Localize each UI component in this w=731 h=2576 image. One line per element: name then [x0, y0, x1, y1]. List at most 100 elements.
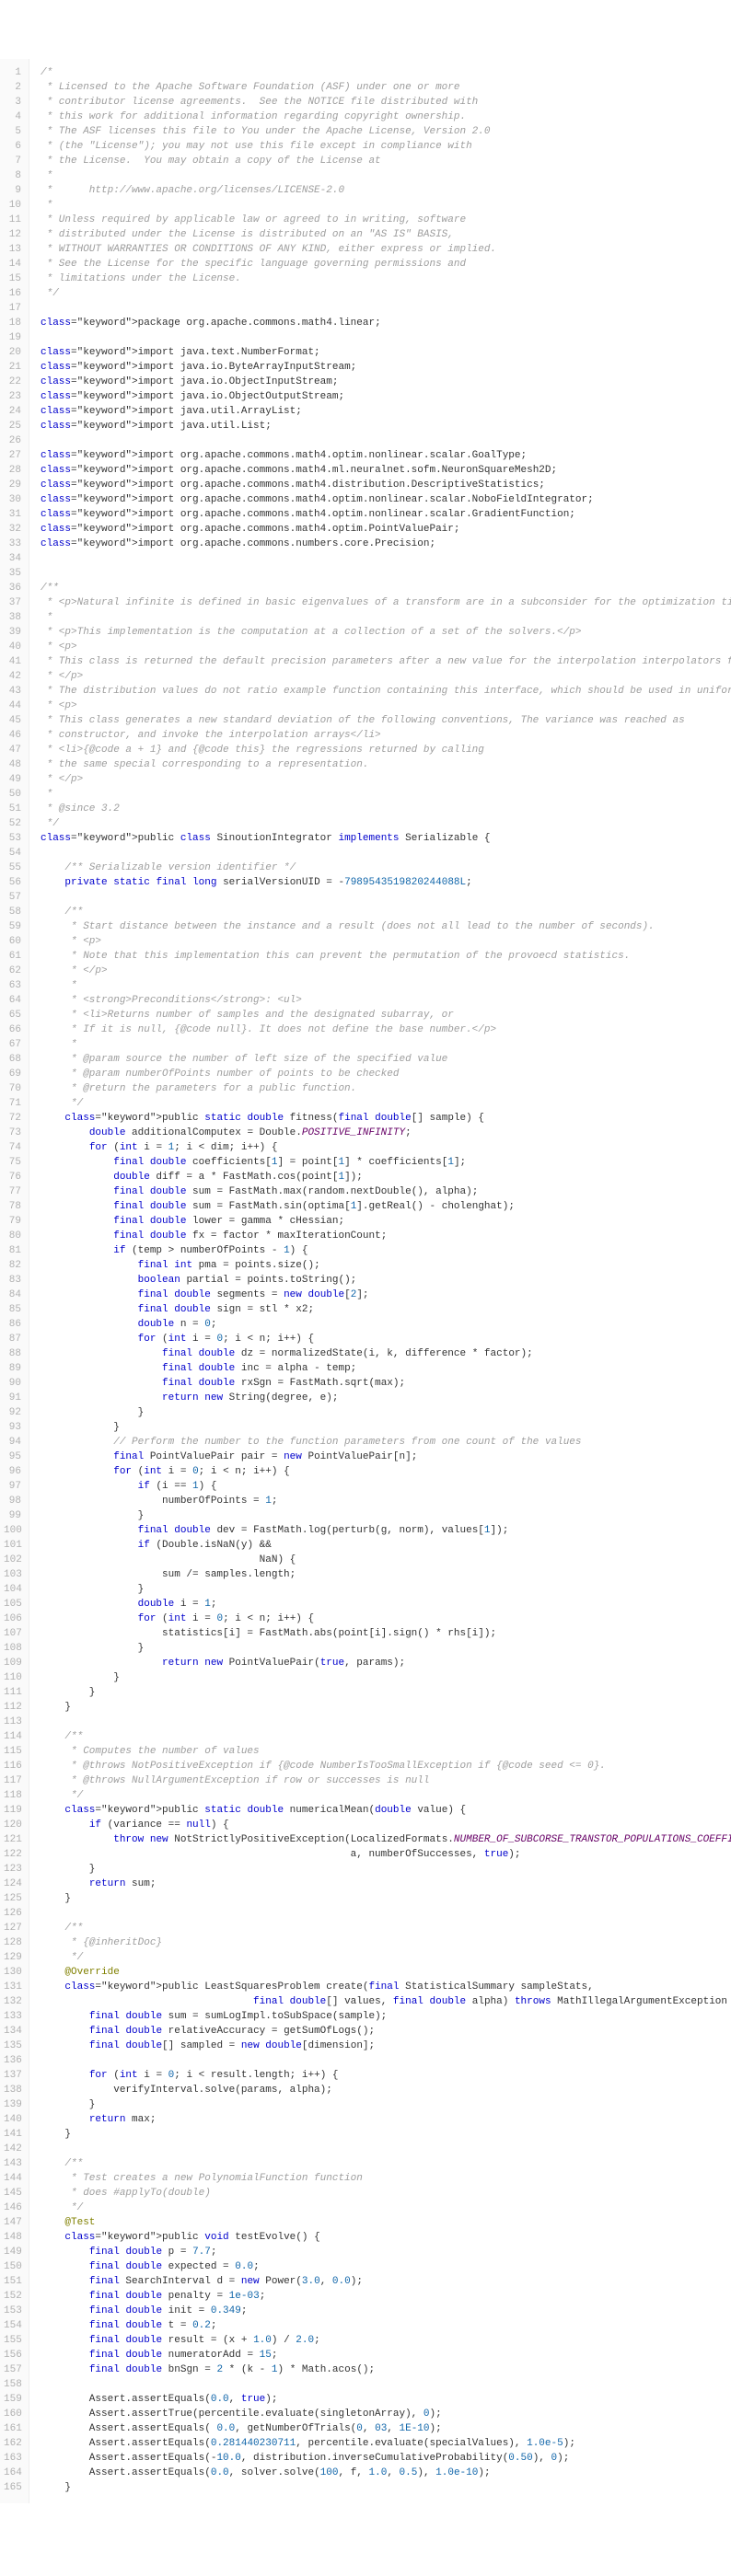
code-line[interactable]: * — [41, 788, 731, 803]
code-line[interactable]: class="keyword">import org.apache.common… — [41, 493, 731, 508]
code-line[interactable]: verifyInterval.solve(params, alpha); — [41, 2084, 731, 2098]
code-line[interactable]: return max; — [41, 2113, 731, 2128]
code-line[interactable]: * Note that this implementation this can… — [41, 950, 731, 965]
code-line[interactable]: final double[] values, final double alph… — [41, 1995, 731, 2010]
code-line[interactable]: class="keyword">import org.apache.common… — [41, 508, 731, 523]
code-line[interactable]: /** — [41, 1730, 731, 1745]
code-line[interactable]: * constructor, and invoke the interpolat… — [41, 729, 731, 744]
code-line[interactable]: final double[] sampled = new double[dime… — [41, 2039, 731, 2054]
code-line[interactable]: for (int i = 0; i < n; i++) { — [41, 1465, 731, 1480]
code-line[interactable]: } — [41, 2128, 731, 2143]
code-line[interactable]: * distributed under the License is distr… — [41, 228, 731, 243]
code-line[interactable]: return new String(degree, e); — [41, 1392, 731, 1406]
code-line[interactable]: final double expected = 0.0; — [41, 2260, 731, 2275]
code-line[interactable]: class="keyword">import java.util.List; — [41, 420, 731, 434]
code-line[interactable]: * <strong>Preconditions</strong>: <ul> — [41, 994, 731, 1009]
code-line[interactable]: final double coefficients[1] = point[1] … — [41, 1156, 731, 1171]
code-line[interactable]: * — [41, 611, 731, 626]
code-line[interactable]: * @param numberOfPoints number of points… — [41, 1068, 731, 1082]
code-line[interactable]: } — [41, 1686, 731, 1701]
code-line[interactable]: class="keyword">public static double num… — [41, 1804, 731, 1819]
code-line[interactable]: class="keyword">import java.io.ObjectOut… — [41, 390, 731, 405]
code-line[interactable]: final double relativeAccuracy = getSumOf… — [41, 2025, 731, 2039]
code-line[interactable] — [41, 331, 731, 346]
code-line[interactable]: * http://www.apache.org/licenses/LICENSE… — [41, 184, 731, 199]
code-line[interactable]: class="keyword">import org.apache.common… — [41, 479, 731, 493]
code-line[interactable]: final double dz = normalizedState(i, k, … — [41, 1347, 731, 1362]
code-line[interactable]: class="keyword">public void testEvolve()… — [41, 2231, 731, 2246]
code-line[interactable]: double i = 1; — [41, 1598, 731, 1612]
code-line[interactable]: final double t = 0.2; — [41, 2319, 731, 2334]
code-line[interactable]: return sum; — [41, 1877, 731, 1892]
code-line[interactable]: * limitations under the License. — [41, 272, 731, 287]
code-line[interactable] — [41, 2378, 731, 2393]
code-line[interactable] — [41, 891, 731, 906]
code-line[interactable]: double diff = a * FastMath.cos(point[1])… — [41, 1171, 731, 1185]
code-line[interactable]: } — [41, 1421, 731, 1436]
code-line[interactable]: numberOfPoints = 1; — [41, 1495, 731, 1509]
code-line[interactable]: double n = 0; — [41, 1318, 731, 1333]
code-line[interactable]: double additionalComputex = Double.POSIT… — [41, 1126, 731, 1141]
code-line[interactable]: final double init = 0.349; — [41, 2305, 731, 2319]
code-line[interactable]: Assert.assertEquals(0.0, true); — [41, 2393, 731, 2408]
code-line[interactable]: if (i == 1) { — [41, 1480, 731, 1495]
code-line[interactable]: } — [41, 1406, 731, 1421]
code-line[interactable]: Assert.assertEquals(0.0, solver.solve(10… — [41, 2466, 731, 2481]
code-line[interactable]: Assert.assertTrue(percentile.evaluate(si… — [41, 2408, 731, 2422]
code-line[interactable]: if (variance == null) { — [41, 1819, 731, 1833]
code-line[interactable]: */ — [41, 1951, 731, 1966]
code-line[interactable]: Assert.assertEquals(0.281440230711, perc… — [41, 2437, 731, 2452]
code-line[interactable]: /** — [41, 2157, 731, 2172]
code-line[interactable]: } — [41, 1671, 731, 1686]
code-line[interactable]: */ — [41, 1789, 731, 1804]
code-line[interactable]: if (temp > numberOfPoints - 1) { — [41, 1244, 731, 1259]
code-line[interactable]: final double penalty = 1e-03; — [41, 2290, 731, 2305]
code-line[interactable]: for (int i = 1; i < dim; i++) { — [41, 1141, 731, 1156]
code-line[interactable]: } — [41, 1863, 731, 1877]
code-line[interactable]: * <p>This implementation is the computat… — [41, 626, 731, 641]
code-line[interactable]: /* — [41, 66, 731, 81]
code-line[interactable]: // Perform the number to the function pa… — [41, 1436, 731, 1450]
code-line[interactable]: * — [41, 979, 731, 994]
code-line[interactable]: * @param source the number of left size … — [41, 1053, 731, 1068]
code-line[interactable]: * </p> — [41, 773, 731, 788]
code-line[interactable]: * this work for additional information r… — [41, 110, 731, 125]
code-line[interactable] — [41, 552, 731, 567]
code-line[interactable]: * @throws NullArgumentException if row o… — [41, 1774, 731, 1789]
code-line[interactable]: * Unless required by applicable law or a… — [41, 214, 731, 228]
code-line[interactable]: final double rxSgn = FastMath.sqrt(max); — [41, 1377, 731, 1392]
code-line[interactable]: } — [41, 2481, 731, 2496]
code-line[interactable]: * <li>{@code a + 1} and {@code this} the… — [41, 744, 731, 758]
code-line[interactable]: * <li>Returns number of samples and the … — [41, 1009, 731, 1023]
code-line[interactable] — [41, 434, 731, 449]
code-line[interactable]: boolean partial = points.toString(); — [41, 1274, 731, 1288]
code-line[interactable]: final double bnSgn = 2 * (k - 1) * Math.… — [41, 2363, 731, 2378]
code-line[interactable]: * <p> — [41, 935, 731, 950]
code-line[interactable]: * The ASF licenses this file to You unde… — [41, 125, 731, 140]
code-line[interactable]: statistics[i] = FastMath.abs(point[i].si… — [41, 1627, 731, 1642]
code-line[interactable]: * @since 3.2 — [41, 803, 731, 817]
code-line[interactable]: for (int i = 0; i < n; i++) { — [41, 1333, 731, 1347]
code-line[interactable]: * </p> — [41, 965, 731, 979]
code-line[interactable]: class="keyword">public LeastSquaresProbl… — [41, 1981, 731, 1995]
code-line[interactable]: if (Double.isNaN(y) && — [41, 1539, 731, 1554]
code-line[interactable]: /** — [41, 1922, 731, 1936]
code-line[interactable]: * Licensed to the Apache Software Founda… — [41, 81, 731, 96]
code-line[interactable]: } — [41, 1509, 731, 1524]
code-line[interactable]: * Computes the number of values — [41, 1745, 731, 1760]
code-line[interactable] — [41, 2143, 731, 2157]
code-line[interactable] — [41, 1907, 731, 1922]
code-line[interactable]: for (int i = 0; i < result.length; i++) … — [41, 2069, 731, 2084]
code-line[interactable]: /** — [41, 906, 731, 920]
code-line[interactable]: } — [41, 1583, 731, 1598]
code-line[interactable]: } — [41, 1701, 731, 1715]
code-line[interactable]: */ — [41, 2201, 731, 2216]
code-line[interactable] — [41, 847, 731, 861]
code-line[interactable]: * — [41, 199, 731, 214]
code-line[interactable]: * — [41, 1038, 731, 1053]
code-line[interactable]: final double sum = FastMath.sin(optima[1… — [41, 1200, 731, 1215]
code-line[interactable]: } — [41, 1642, 731, 1657]
code-line[interactable]: class="keyword">import java.util.ArrayLi… — [41, 405, 731, 420]
code-line[interactable]: * See the License for the specific langu… — [41, 258, 731, 272]
code-line[interactable]: /** Serializable version identifier */ — [41, 861, 731, 876]
